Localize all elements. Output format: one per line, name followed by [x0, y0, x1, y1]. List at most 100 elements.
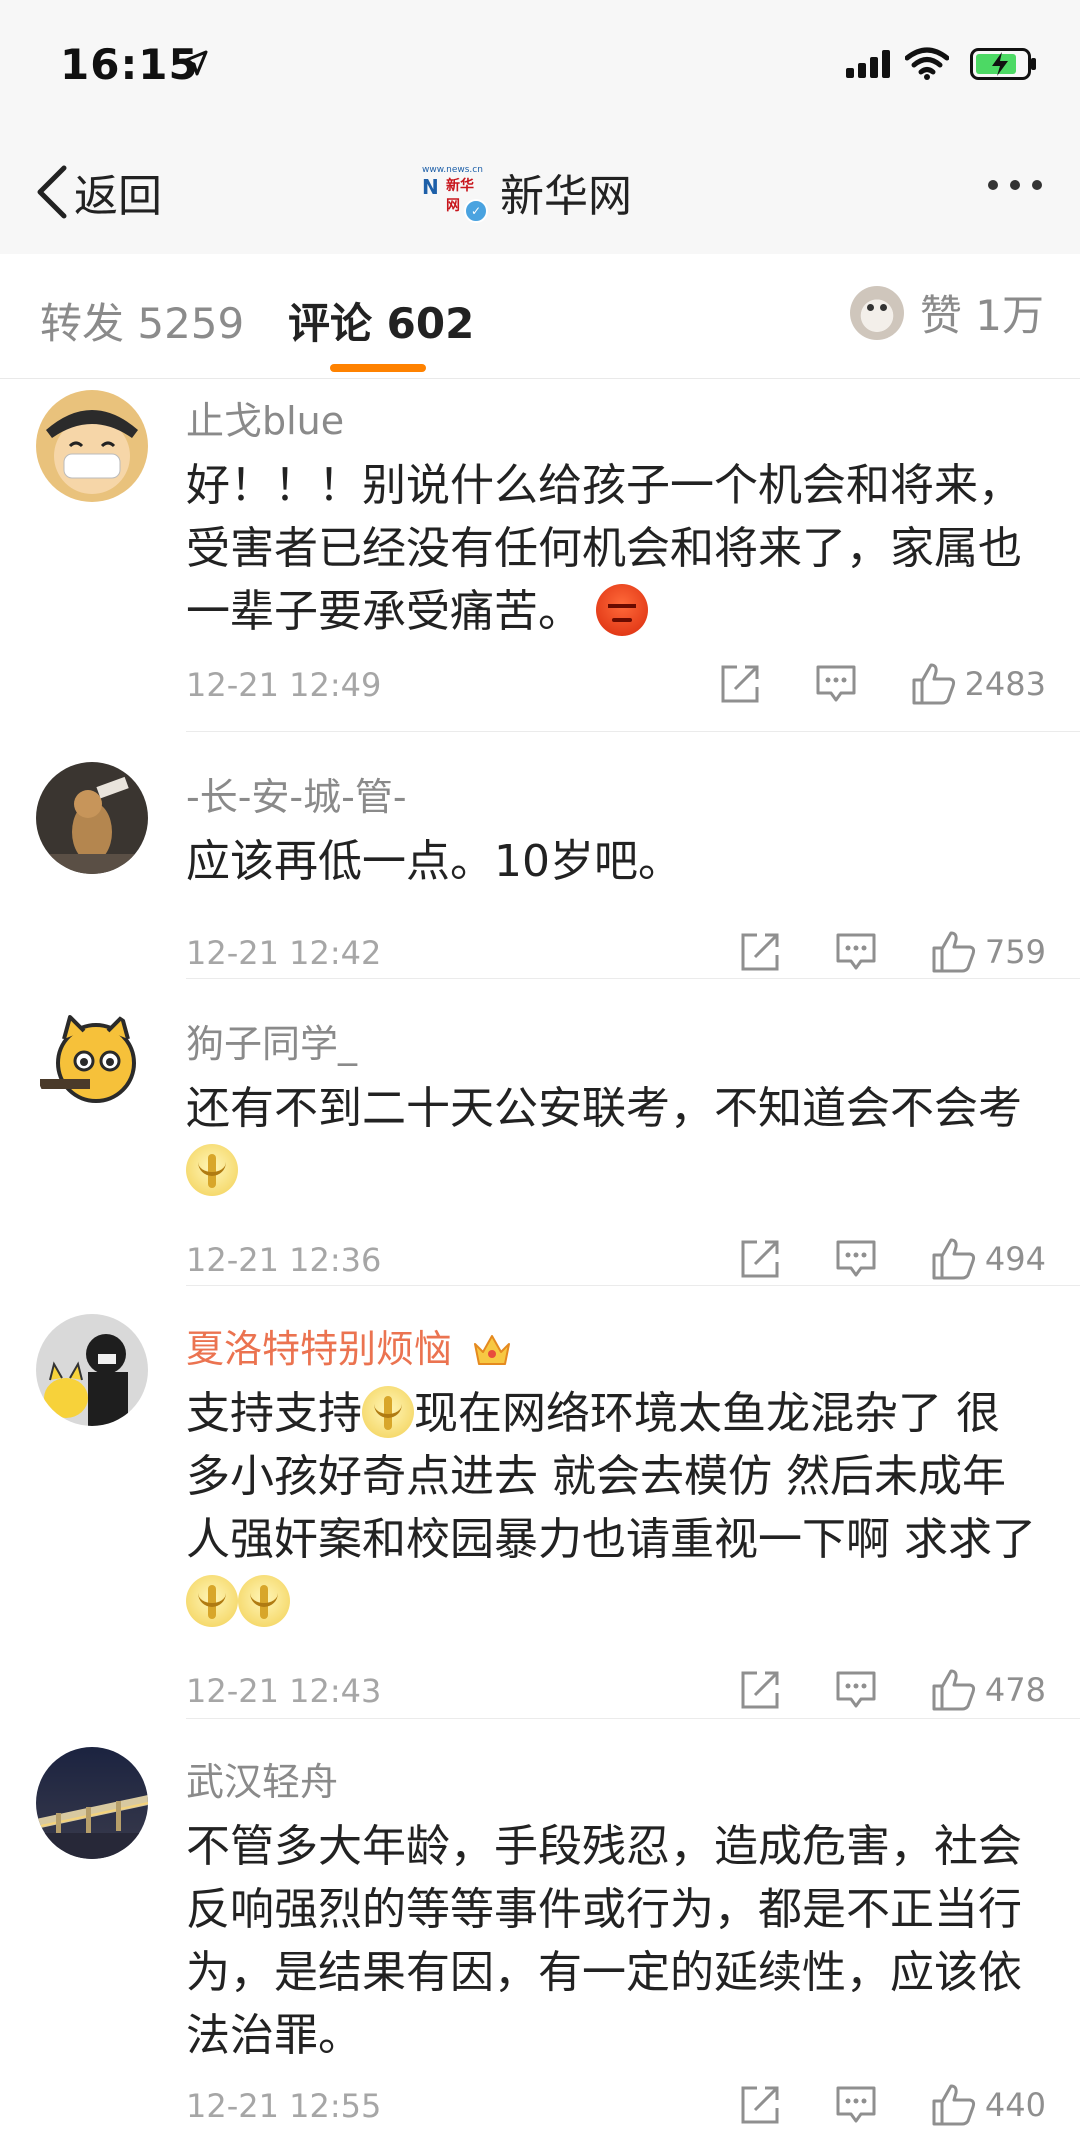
- username[interactable]: 武汉轻舟: [186, 1751, 338, 1806]
- verified-badge-icon: ✓: [464, 199, 488, 223]
- pray-emoji-icon: [362, 1386, 414, 1438]
- like-button[interactable]: 494: [931, 1237, 1046, 1281]
- back-button[interactable]: 返回: [34, 160, 162, 224]
- comment-icon: [836, 933, 876, 970]
- share-icon: [741, 933, 779, 971]
- comment-icon: [836, 1240, 876, 1277]
- comment-time: 12-21 12:49: [186, 666, 382, 704]
- signal-icon: [846, 50, 890, 78]
- like-button[interactable]: 759: [931, 930, 1046, 974]
- share-button[interactable]: [719, 663, 761, 705]
- like-button[interactable]: 440: [931, 2083, 1046, 2127]
- status-bar: 16:15: [0, 0, 1080, 130]
- share-button[interactable]: [739, 931, 781, 973]
- comment-text: 支持支持 现在网络环境太鱼龙混杂了 很多小孩好奇点进去 就会去模仿 然后未成年人强…: [186, 1382, 1042, 1634]
- wifi-icon: [905, 47, 949, 80]
- thumbs-up-icon: [912, 663, 955, 705]
- divider: [186, 1718, 1080, 1719]
- battery-charging-icon: [970, 48, 1036, 80]
- share-icon: [741, 1240, 779, 1278]
- like-count: 478: [984, 1671, 1046, 1709]
- like-button[interactable]: 2483: [911, 662, 1046, 706]
- divider: [186, 978, 1080, 979]
- like-count: 494: [984, 1240, 1046, 1278]
- comment-text: 不管多大年龄，手段残忍，造成危害，社会反响强烈的等等事件或行为，都是不正当行为，…: [186, 1815, 1042, 2067]
- chevron-left-icon: [37, 165, 67, 219]
- angry-emoji-icon: [596, 584, 648, 636]
- reply-button[interactable]: [835, 931, 877, 973]
- tab-active-indicator: [330, 364, 426, 372]
- status-time: 16:15: [60, 40, 199, 89]
- share-icon: [741, 1671, 779, 1709]
- tab-likes-label: 赞 1万: [919, 291, 1044, 340]
- avatar[interactable]: [36, 762, 148, 874]
- comment-icon: [816, 665, 856, 702]
- page-title: 新华网: [500, 171, 632, 222]
- username-text: 夏洛特特别烦恼: [186, 1327, 453, 1371]
- tabs: 转发 5259 评论 602 赞 1万: [0, 254, 1080, 379]
- logo-small-text: www.news.cn: [422, 165, 483, 175]
- comment-meta: 12-21 12:55 440: [186, 2083, 1046, 2133]
- reply-button[interactable]: [835, 1238, 877, 1280]
- divider: [186, 731, 1080, 732]
- pray-emoji-icon: [186, 1575, 238, 1627]
- nav-bar: 返回 www.news.cn N 新华网 ✓ 新华网: [0, 130, 1080, 255]
- share-button[interactable]: [739, 1238, 781, 1280]
- pray-emoji-icon: [238, 1575, 290, 1627]
- comment-actions: 478: [739, 1668, 1046, 1712]
- comment-text: 应该再低一点。10岁吧。: [186, 830, 1042, 893]
- comment-actions: 440: [739, 2083, 1046, 2127]
- comment-text-part: 不管多大年龄，手段残忍，造成危害，社会反响强烈的等等事件或行为，都是不正当行为，…: [186, 1821, 1022, 2061]
- username-vip[interactable]: 夏洛特特别烦恼: [186, 1318, 512, 1373]
- comment-actions: 759: [739, 930, 1046, 974]
- back-label: 返回: [74, 171, 162, 222]
- comment-text-part: 应该再低一点。10岁吧。: [186, 836, 682, 887]
- page-title-group[interactable]: www.news.cn N 新华网 ✓ 新华网: [420, 162, 632, 223]
- like-count: 2483: [964, 665, 1046, 703]
- location-arrow-icon: [182, 50, 208, 76]
- comment-time: 12-21 12:42: [186, 934, 382, 972]
- like-button[interactable]: 478: [931, 1668, 1046, 1712]
- crown-icon: [474, 1335, 511, 1365]
- comment-text-part: 支持支持: [186, 1388, 362, 1439]
- comment-time: 12-21 12:36: [186, 1241, 382, 1279]
- thumbs-up-icon: [932, 1669, 975, 1711]
- comment-time: 12-21 12:43: [186, 1672, 382, 1710]
- comment-meta: 12-21 12:42 759: [186, 930, 1046, 980]
- reply-button[interactable]: [835, 2084, 877, 2126]
- comment-meta: 12-21 12:43 478: [186, 1668, 1046, 1718]
- avatar[interactable]: [36, 1314, 148, 1426]
- reply-button[interactable]: [835, 1669, 877, 1711]
- reply-button[interactable]: [815, 663, 857, 705]
- logo-big-text: N: [422, 175, 439, 199]
- tab-repost[interactable]: 转发 5259: [40, 290, 244, 351]
- username[interactable]: 狗子同学_: [186, 1013, 357, 1068]
- thumbs-up-icon: [932, 931, 975, 973]
- comment-time: 12-21 12:55: [186, 2087, 382, 2125]
- more-dots-icon[interactable]: [988, 180, 1042, 190]
- avatar[interactable]: [36, 1009, 148, 1121]
- thumbs-up-icon: [932, 1238, 975, 1280]
- comment-meta: 12-21 12:36 494: [186, 1237, 1046, 1287]
- username[interactable]: 止戈blue: [186, 390, 344, 445]
- share-icon: [741, 2086, 779, 2124]
- share-button[interactable]: [739, 2084, 781, 2126]
- comment-meta: 12-21 12:49 2483: [186, 662, 1046, 712]
- thumbs-up-icon: [932, 2084, 975, 2126]
- share-button[interactable]: [739, 1669, 781, 1711]
- comment-text: 还有不到二十天公安联考，不知道会不会考: [186, 1077, 1042, 1203]
- tab-comments[interactable]: 评论 602: [288, 290, 474, 351]
- comment-text-part: 还有不到二十天公安联考，不知道会不会考: [186, 1083, 1022, 1134]
- comment-icon: [836, 2086, 876, 2123]
- avatar[interactable]: [36, 1747, 148, 1859]
- comment-actions: 2483: [719, 662, 1046, 706]
- username[interactable]: -长-安-城-管-: [186, 766, 407, 821]
- avatar[interactable]: [36, 390, 148, 502]
- liker-avatar: [849, 285, 904, 340]
- comment-text: 好！！！别说什么给孩子一个机会和将来，受害者已经没有任何机会和将来了，家属也一辈…: [186, 454, 1042, 643]
- divider: [186, 1285, 1080, 1286]
- pray-emoji-icon: [186, 1144, 238, 1196]
- comment-icon: [836, 1671, 876, 1708]
- like-count: 440: [984, 2086, 1046, 2124]
- tab-likes[interactable]: 赞 1万: [849, 282, 1044, 343]
